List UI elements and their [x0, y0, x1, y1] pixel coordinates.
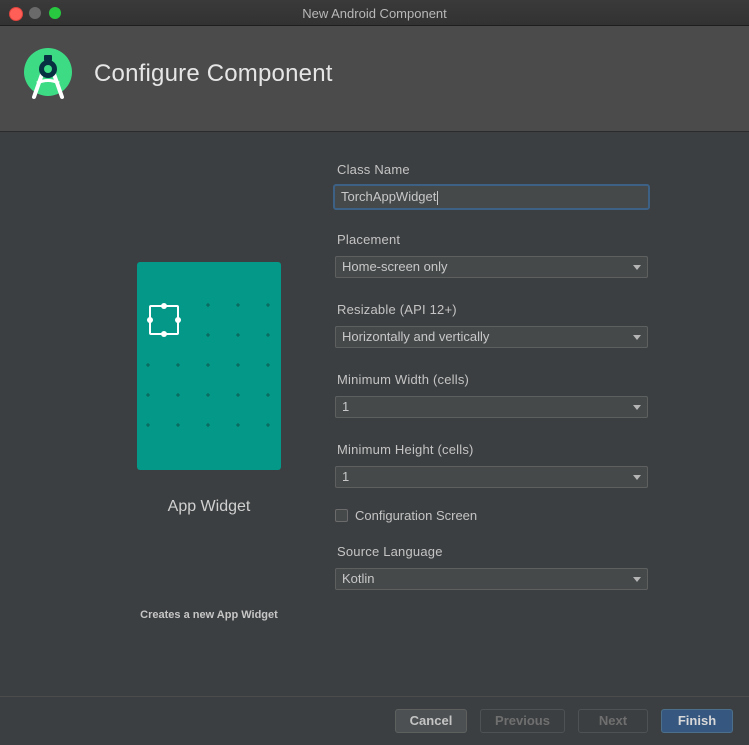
widget-description: Creates a new App Widget	[140, 609, 278, 621]
configuration-screen-checkbox[interactable]	[335, 509, 348, 522]
resizable-label: Resizable (API 12+)	[337, 302, 457, 317]
previous-button[interactable]: Previous	[480, 709, 565, 733]
widget-handle-icon	[147, 303, 181, 337]
dropdown-caret-icon	[633, 335, 641, 340]
resizable-value: Horizontally and vertically	[342, 329, 490, 344]
placement-value: Home-screen only	[342, 259, 448, 274]
min-height-select[interactable]: 1	[335, 466, 648, 488]
min-width-select[interactable]: 1	[335, 396, 648, 418]
source-language-label: Source Language	[337, 544, 443, 559]
window-title: New Android Component	[302, 6, 447, 21]
window-titlebar: New Android Component	[0, 0, 749, 26]
widget-preview	[137, 262, 281, 470]
android-studio-logo-icon	[24, 48, 72, 99]
class-name-value: TorchAppWidget	[341, 189, 437, 204]
finish-button[interactable]: Finish	[661, 709, 733, 733]
widget-name: App Widget	[167, 498, 251, 515]
dropdown-caret-icon	[633, 577, 641, 582]
min-height-label: Minimum Height (cells)	[337, 442, 474, 457]
class-name-label: Class Name	[337, 162, 410, 177]
dialog-header: Configure Component	[0, 26, 749, 132]
page-title: Configure Component	[94, 60, 333, 87]
resizable-select[interactable]: Horizontally and vertically	[335, 326, 648, 348]
source-language-value: Kotlin	[342, 571, 375, 586]
widget-grid-graphic	[146, 303, 270, 427]
cancel-button[interactable]: Cancel	[395, 709, 467, 733]
dropdown-caret-icon	[633, 265, 641, 270]
placement-label: Placement	[337, 232, 401, 247]
min-width-value: 1	[342, 399, 350, 414]
min-width-label: Minimum Width (cells)	[337, 372, 470, 387]
placement-select[interactable]: Home-screen only	[335, 256, 648, 278]
text-cursor	[437, 190, 439, 205]
dropdown-caret-icon	[633, 405, 641, 410]
configuration-screen-label[interactable]: Configuration Screen	[355, 508, 477, 523]
min-height-value: 1	[342, 469, 350, 484]
dropdown-caret-icon	[633, 475, 641, 480]
next-button[interactable]: Next	[578, 709, 648, 733]
source-language-select[interactable]: Kotlin	[335, 568, 648, 590]
class-name-input[interactable]: TorchAppWidget	[333, 184, 650, 210]
